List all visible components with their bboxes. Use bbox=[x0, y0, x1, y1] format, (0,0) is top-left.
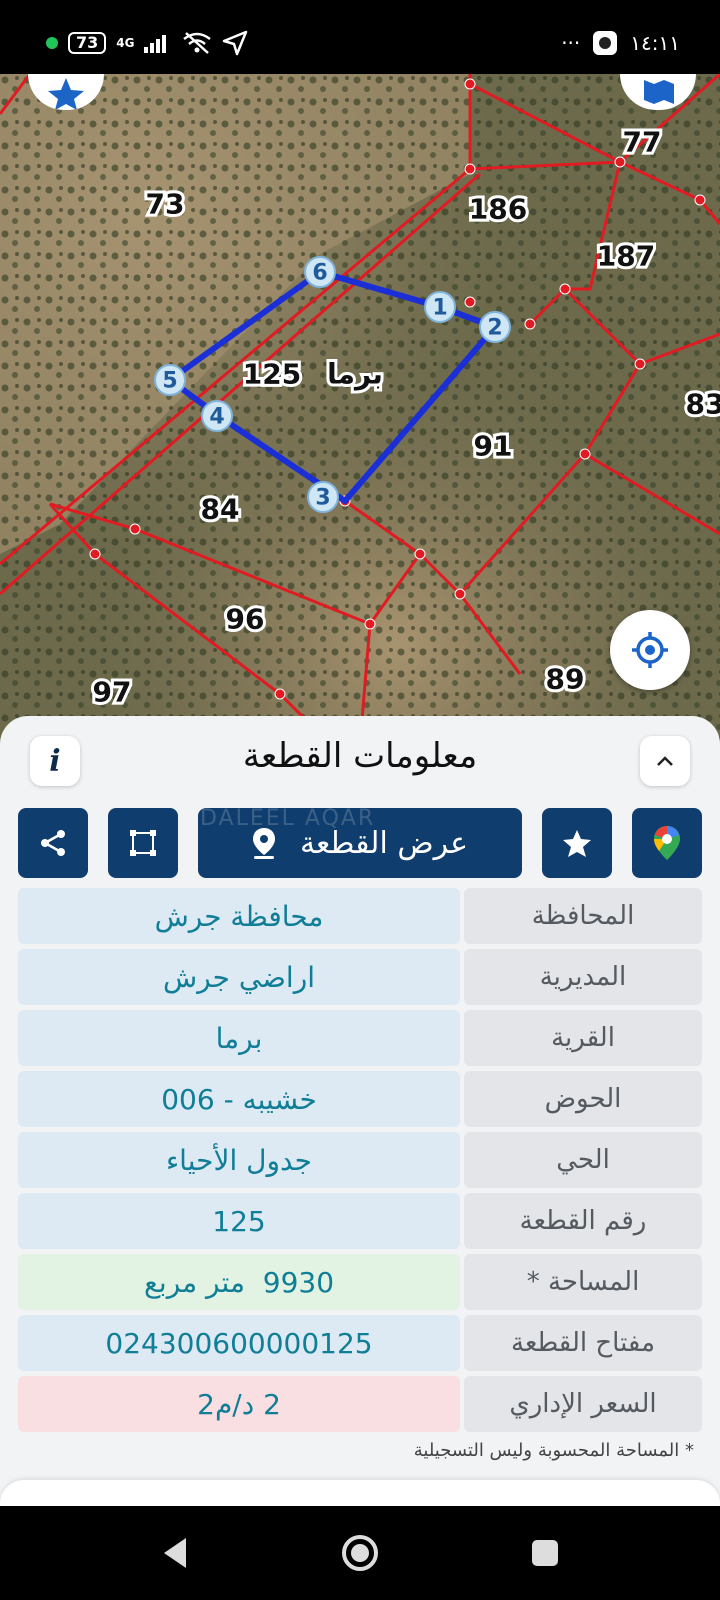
area-value: 9930 متر مربع bbox=[18, 1254, 460, 1310]
view-plot-button[interactable]: عرض القطعة bbox=[198, 808, 522, 878]
basin-row: خشيبه - 006 الحوض bbox=[18, 1071, 702, 1127]
google-maps-button[interactable] bbox=[632, 808, 702, 878]
share-button[interactable] bbox=[18, 808, 88, 878]
plot-label-91: 91 bbox=[474, 430, 513, 463]
basin-label: الحوض bbox=[464, 1071, 702, 1127]
svg-text:6: 6 bbox=[312, 261, 327, 286]
polygon-shape-icon bbox=[130, 830, 156, 856]
directorate-label: المديرية bbox=[464, 949, 702, 1005]
neighborhood-value: جدول الأحياء bbox=[18, 1132, 460, 1188]
camera-indicator-icon bbox=[46, 37, 58, 49]
village-value: برما bbox=[18, 1010, 460, 1066]
vertex-6: 6 bbox=[304, 256, 336, 288]
status-right: ··· ١٤:١١ bbox=[561, 30, 680, 56]
plot-label-186: 186 bbox=[469, 193, 527, 226]
svg-text:2: 2 bbox=[487, 316, 502, 341]
favorite-button[interactable] bbox=[542, 808, 612, 878]
star-icon bbox=[563, 830, 591, 857]
google-maps-pin-icon bbox=[654, 826, 680, 860]
admin-price-row: 2 د/م2 السعر الإداري bbox=[18, 1376, 702, 1432]
governorate-label: المحافظة bbox=[464, 888, 702, 944]
plot-label-97: 97 bbox=[93, 676, 132, 709]
share-icon bbox=[41, 830, 65, 856]
more-notifications: ··· bbox=[561, 31, 581, 55]
satellite-map[interactable]: 73 77 186 187 83 91 84 96 97 89 125 برما 1 2 3 4 5 … bbox=[0, 74, 720, 744]
info-button[interactable]: i bbox=[30, 736, 80, 786]
svg-text:4: 4 bbox=[209, 405, 224, 430]
location-pin-icon bbox=[252, 828, 275, 859]
vertex-4: 4 bbox=[201, 400, 233, 432]
directorate-value: اراضي جرش bbox=[18, 949, 460, 1005]
plot-label-84: 84 bbox=[201, 493, 240, 526]
battery-indicator: 73 bbox=[68, 32, 107, 54]
status-left: 73 4G bbox=[46, 30, 248, 56]
neighborhood-label: الحي bbox=[464, 1132, 702, 1188]
recents-icon[interactable] bbox=[530, 1538, 560, 1568]
back-icon[interactable] bbox=[160, 1536, 190, 1570]
admin-price-label: السعر الإداري bbox=[464, 1376, 702, 1432]
home-icon[interactable] bbox=[340, 1533, 380, 1573]
basin-value: خشيبه - 006 bbox=[18, 1071, 460, 1127]
vertex-2: 2 bbox=[479, 311, 511, 343]
vertex-5: 5 bbox=[154, 364, 186, 396]
bottom-toolbar-peek[interactable] bbox=[0, 1480, 720, 1508]
directorate-row: اراضي جرش المديرية bbox=[18, 949, 702, 1005]
village-label: القرية bbox=[464, 1010, 702, 1066]
governorate-value: محافظة جرش bbox=[18, 888, 460, 944]
my-location-button[interactable] bbox=[610, 610, 690, 690]
wifi-off-icon bbox=[183, 32, 212, 54]
clock: ١٤:١١ bbox=[630, 31, 680, 55]
svg-text:5: 5 bbox=[162, 369, 177, 394]
plot-label-89: 89 bbox=[546, 663, 585, 696]
governorate-row: محافظة جرش المحافظة bbox=[18, 888, 702, 944]
network-type: 4G bbox=[116, 36, 135, 50]
panel-title: معلومات القطعة bbox=[242, 736, 478, 776]
area-row: 9930 متر مربع المساحة * bbox=[18, 1254, 702, 1310]
app-notification-icon bbox=[593, 31, 618, 55]
svg-text:1: 1 bbox=[432, 296, 447, 321]
measure-shape-button[interactable] bbox=[108, 808, 178, 878]
area-label: المساحة * bbox=[464, 1254, 702, 1310]
chevron-up-icon bbox=[657, 756, 673, 766]
plot-label-96: 96 bbox=[226, 603, 265, 636]
plot-label-73: 73 bbox=[146, 188, 185, 221]
plot-key-value[interactable]: 024300600000125 bbox=[18, 1315, 460, 1371]
panel-header: i معلومات القطعة bbox=[0, 716, 720, 788]
plot-label-187: 187 bbox=[597, 240, 655, 273]
plot-info-table: محافظة جرش المحافظة اراضي جرش المديرية ب… bbox=[18, 888, 702, 1437]
plot-label-77: 77 bbox=[623, 126, 662, 159]
plot-key-label: مفتاح القطعة bbox=[464, 1315, 702, 1371]
plot-label-125: 125 bbox=[243, 358, 301, 391]
area-footnote: * المساحة المحسوبة وليس التسجيلية bbox=[413, 1440, 694, 1461]
plot-key-row: 024300600000125 مفتاح القطعة bbox=[18, 1315, 702, 1371]
info-icon: i bbox=[49, 743, 61, 779]
plot-number-row: 125 رقم القطعة bbox=[18, 1193, 702, 1249]
signal-icon bbox=[144, 35, 167, 53]
neighborhood-row: جدول الأحياء الحي bbox=[18, 1132, 702, 1188]
village-map-label: برما bbox=[327, 358, 383, 391]
plot-number-value: 125 bbox=[18, 1193, 460, 1249]
vertex-3: 3 bbox=[307, 481, 339, 513]
vertex-1: 1 bbox=[424, 291, 456, 323]
crosshair-icon bbox=[632, 632, 668, 668]
location-arrow-icon bbox=[223, 30, 248, 56]
status-bar: 73 4G ··· ١٤:١١ bbox=[0, 0, 720, 74]
collapse-panel-button[interactable] bbox=[640, 736, 690, 786]
view-plot-label: عرض القطعة bbox=[299, 825, 469, 861]
plot-label-83: 83 bbox=[686, 388, 720, 421]
system-nav-bar bbox=[0, 1506, 720, 1600]
svg-text:3: 3 bbox=[315, 486, 330, 511]
admin-price-value: 2 د/م2 bbox=[18, 1376, 460, 1432]
village-row: برما القرية bbox=[18, 1010, 702, 1066]
plot-number-label: رقم القطعة bbox=[464, 1193, 702, 1249]
